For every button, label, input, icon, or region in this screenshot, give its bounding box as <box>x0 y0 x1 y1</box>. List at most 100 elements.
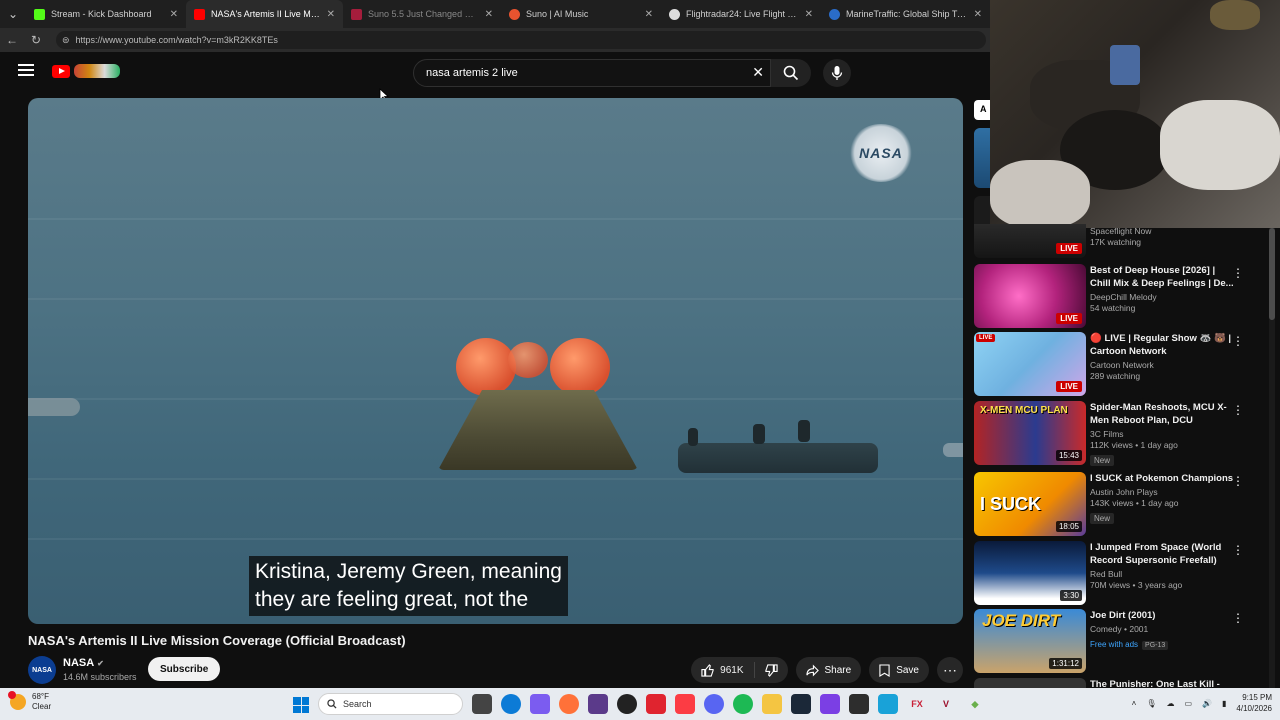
close-icon[interactable]: ✕ <box>639 9 653 20</box>
obs-icon[interactable] <box>617 694 637 714</box>
volume-icon[interactable]: 🔊 <box>1202 699 1212 708</box>
search-icon <box>327 699 337 709</box>
menu-icon[interactable] <box>18 64 34 78</box>
discord-icon[interactable] <box>704 694 724 714</box>
sidebar-video-item[interactable]: LIVE LIVE 🔴 LIVE | Regular Show 🦝 🐻 | Ca… <box>974 332 1264 396</box>
firefox-icon[interactable] <box>559 694 579 714</box>
more-icon[interactable]: ⋮ <box>1232 543 1244 557</box>
search-button[interactable] <box>771 59 811 87</box>
video-thumbnail[interactable]: LIVE <box>974 224 1086 258</box>
sidebar-video-item[interactable]: I SUCK 18:05 I SUCK at Pokemon Champions… <box>974 472 1264 536</box>
sidebar-video-item[interactable]: 3:30 I Jumped From Space (World Record S… <box>974 541 1264 605</box>
tab-suno-video[interactable]: Suno 5.5 Just Changed Everything ✕ <box>343 0 501 28</box>
video-title[interactable]: 🔴 LIVE | Regular Show 🦝 🐻 | Cartoon Netw… <box>1090 332 1234 358</box>
recovery-boat <box>678 443 878 473</box>
sidebar-video-item[interactable]: The Punisher: One Last Kill - <box>974 678 1264 688</box>
url-field[interactable]: ⊜ https://www.youtube.com/watch?v=m3kR2K… <box>56 31 986 49</box>
share-button[interactable]: Share <box>795 657 862 683</box>
close-icon[interactable]: ✕ <box>479 9 493 20</box>
subscribe-button[interactable]: Subscribe <box>148 657 221 681</box>
edge-icon[interactable] <box>501 694 521 714</box>
app-icon[interactable] <box>820 694 840 714</box>
music-icon[interactable] <box>675 694 695 714</box>
app-icon[interactable] <box>849 694 869 714</box>
sidebar-video-item[interactable]: X-MEN MCU PLAN 15:43 Spider-Man Reshoots… <box>974 401 1264 466</box>
app-icon[interactable] <box>878 694 898 714</box>
scrollbar-thumb[interactable] <box>1269 228 1275 320</box>
tab-suno[interactable]: Suno | AI Music ✕ <box>501 0 661 28</box>
video-thumbnail[interactable]: 3:30 <box>974 541 1086 605</box>
steam-icon[interactable] <box>791 694 811 714</box>
channel-avatar[interactable]: NASA <box>28 656 56 684</box>
close-icon[interactable]: ✕ <box>799 9 813 20</box>
close-icon[interactable]: ✕ <box>968 9 982 20</box>
sidebar-video-partial[interactable]: LIVE Spaceflight Now 17K watching <box>974 224 1264 258</box>
taskbar-search[interactable]: Search <box>318 693 463 715</box>
more-icon[interactable]: ⋮ <box>1232 266 1244 280</box>
chevron-up-icon[interactable]: ˄ <box>1132 699 1137 708</box>
dislike-button[interactable] <box>755 657 788 683</box>
video-thumbnail[interactable]: LIVE LIVE <box>974 332 1086 396</box>
network-icon[interactable]: ▭ <box>1184 699 1192 708</box>
more-icon[interactable]: ⋮ <box>1232 403 1244 417</box>
tab-title: MarineTraffic: Global Ship Tracking <box>846 9 968 19</box>
tab-kick[interactable]: Stream - Kick Dashboard ✕ <box>26 0 186 28</box>
close-icon[interactable]: ✕ <box>164 9 178 20</box>
site-info-icon[interactable]: ⊜ <box>62 35 70 46</box>
more-icon[interactable]: ⋮ <box>1232 474 1244 488</box>
video-title[interactable]: Best of Deep House [2026] | Chill Mix & … <box>1090 264 1234 290</box>
app-icon[interactable] <box>646 694 666 714</box>
start-icon[interactable] <box>293 697 309 713</box>
back-icon[interactable]: ← <box>0 33 24 47</box>
video-title[interactable]: Spider-Man Reshoots, MCU X-Men Reboot Pl… <box>1090 401 1234 427</box>
more-icon[interactable]: ⋮ <box>1232 334 1244 348</box>
video-thumbnail[interactable]: I SUCK 18:05 <box>974 472 1086 536</box>
duration-badge: 3:30 <box>1060 590 1082 601</box>
more-icon[interactable]: ⋮ <box>1232 611 1244 625</box>
youtube-logo[interactable] <box>52 64 120 78</box>
battery-icon[interactable]: ▮ <box>1222 699 1226 708</box>
view-count: 112K views • 1 day ago <box>1090 440 1178 450</box>
fx-icon[interactable]: FX <box>907 694 927 714</box>
tab-marinetraffic[interactable]: MarineTraffic: Global Ship Tracking ✕ <box>821 0 990 28</box>
app-icon[interactable]: ◆ <box>965 694 985 714</box>
video-thumbnail[interactable] <box>974 678 1086 688</box>
app-icon[interactable]: V <box>936 694 956 714</box>
close-icon[interactable]: ✕ <box>321 9 335 20</box>
weather-widget[interactable]: 68°F Clear <box>8 691 51 712</box>
like-button[interactable]: 961K <box>691 657 753 683</box>
video-player[interactable]: NASA Kristina, Jeremy Green, meaning the… <box>28 98 963 624</box>
spotify-icon[interactable] <box>733 694 753 714</box>
tab-youtube[interactable]: NASA's Artemis II Live Missio ✕ <box>186 0 343 28</box>
rating-badge: PG-13 <box>1142 641 1169 650</box>
video-thumbnail[interactable]: JOE DIRT 1:31:12 <box>974 609 1086 673</box>
save-button[interactable]: Save <box>869 657 929 683</box>
sidebar-video-item[interactable]: JOE DIRT 1:31:12 Joe Dirt (2001) Comedy … <box>974 609 1264 673</box>
copilot-icon[interactable] <box>530 694 550 714</box>
video-thumbnail[interactable]: LIVE <box>974 264 1086 328</box>
sidebar-scrollbar[interactable] <box>1269 228 1275 688</box>
voice-search-button[interactable] <box>823 59 851 87</box>
tab-search-icon[interactable]: ⌄ <box>0 0 26 28</box>
search-input[interactable]: nasa artemis 2 live ✕ <box>413 59 771 87</box>
sidebar-video-item[interactable]: LIVE Best of Deep House [2026] | Chill M… <box>974 264 1264 328</box>
onedrive-icon[interactable]: ☁ <box>1166 699 1174 708</box>
file-explorer-icon[interactable] <box>762 694 782 714</box>
video-title[interactable]: The Punisher: One Last Kill - <box>1090 678 1234 688</box>
video-thumbnail[interactable]: X-MEN MCU PLAN 15:43 <box>974 401 1086 465</box>
clear-icon[interactable]: ✕ <box>752 64 764 81</box>
more-actions-button[interactable]: ⋯ <box>937 657 963 683</box>
microphone-icon[interactable]: 🎙 <box>1146 699 1156 708</box>
channel-name[interactable]: NASA ✔ <box>63 657 104 669</box>
thumbnail[interactable] <box>974 128 990 188</box>
tab-flightradar[interactable]: Flightradar24: Live Flight Tracker - ✕ <box>661 0 821 28</box>
address-bar: ← ↻ ⊜ https://www.youtube.com/watch?v=m3… <box>0 28 990 52</box>
reload-icon[interactable]: ↻ <box>24 33 48 47</box>
chip-all[interactable]: A <box>974 100 990 120</box>
task-view-icon[interactable] <box>472 694 492 714</box>
app-icon[interactable] <box>588 694 608 714</box>
video-title[interactable]: I Jumped From Space (World Record Supers… <box>1090 541 1234 567</box>
video-title[interactable]: I SUCK at Pokemon Champions <box>1090 472 1234 485</box>
video-title[interactable]: Joe Dirt (2001) <box>1090 609 1234 622</box>
clock[interactable]: 9:15 PM 4/10/2026 <box>1236 692 1272 714</box>
